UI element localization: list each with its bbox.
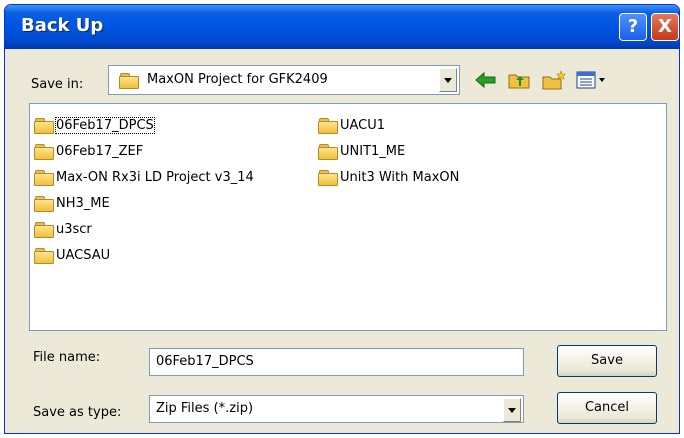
folder-icon [34, 169, 54, 186]
save-in-value: MaxON Project for GFK2409 [147, 72, 328, 87]
save-as-type-dropdown[interactable]: Zip Files (*.zip) [149, 395, 524, 423]
title-bar[interactable]: Back Up ? X [5, 5, 679, 49]
folder-icon [34, 221, 54, 238]
list-item[interactable]: Unit3 With MaxON [318, 167, 459, 187]
dialog-title: Back Up [21, 15, 104, 36]
list-item-label: 06Feb17_DPCS [55, 116, 155, 134]
folder-icon [318, 117, 338, 134]
folder-icon [318, 169, 338, 186]
save-button[interactable]: Save [557, 345, 657, 377]
save-in-label: Save in: [31, 77, 84, 92]
folder-icon [34, 143, 54, 160]
folder-icon [34, 117, 54, 134]
chevron-down-icon[interactable] [439, 68, 457, 92]
folder-icon [34, 247, 54, 264]
list-item-label: u3scr [56, 221, 92, 237]
file-list[interactable]: 06Feb17_DPCS 06Feb17_ZEF Max-ON Rx3i LD … [29, 103, 667, 331]
list-item-label: UNIT1_ME [340, 143, 406, 159]
chevron-down-icon[interactable] [503, 398, 521, 422]
list-item[interactable]: UACSAU [34, 245, 110, 265]
new-folder-icon[interactable] [541, 69, 567, 91]
list-item-label: UACSAU [56, 247, 111, 263]
back-arrow-icon[interactable] [473, 69, 499, 91]
folder-icon [318, 143, 338, 160]
folder-icon [34, 195, 54, 212]
backup-dialog: Back Up ? X Save in: MaxON Project for G… [4, 4, 680, 434]
close-button[interactable]: X [651, 13, 679, 41]
save-as-type-label: Save as type: [33, 405, 122, 420]
file-name-input[interactable]: 06Feb17_DPCS [149, 348, 524, 376]
view-menu-icon[interactable] [575, 69, 607, 91]
file-name-label: File name: [33, 350, 101, 365]
list-item-label: UACU1 [340, 117, 386, 133]
list-item[interactable]: Max-ON Rx3i LD Project v3_14 [34, 167, 254, 187]
up-folder-icon[interactable] [507, 69, 533, 91]
list-item-label: 06Feb17_ZEF [56, 143, 144, 159]
list-item[interactable]: u3scr [34, 219, 92, 239]
list-item-label: NH3_ME [56, 195, 110, 211]
save-in-dropdown[interactable]: MaxON Project for GFK2409 [108, 65, 460, 95]
list-item-label: Unit3 With MaxON [340, 169, 460, 185]
help-button[interactable]: ? [619, 13, 647, 41]
list-item[interactable]: 06Feb17_ZEF [34, 141, 143, 161]
folder-icon [119, 73, 139, 89]
list-item[interactable]: UACU1 [318, 115, 385, 135]
list-item[interactable]: 06Feb17_DPCS [34, 115, 155, 135]
save-as-type-value: Zip Files (*.zip) [156, 401, 254, 416]
list-item[interactable]: NH3_ME [34, 193, 110, 213]
list-item[interactable]: UNIT1_ME [318, 141, 405, 161]
list-item-label: Max-ON Rx3i LD Project v3_14 [56, 169, 254, 185]
cancel-button[interactable]: Cancel [557, 392, 657, 424]
